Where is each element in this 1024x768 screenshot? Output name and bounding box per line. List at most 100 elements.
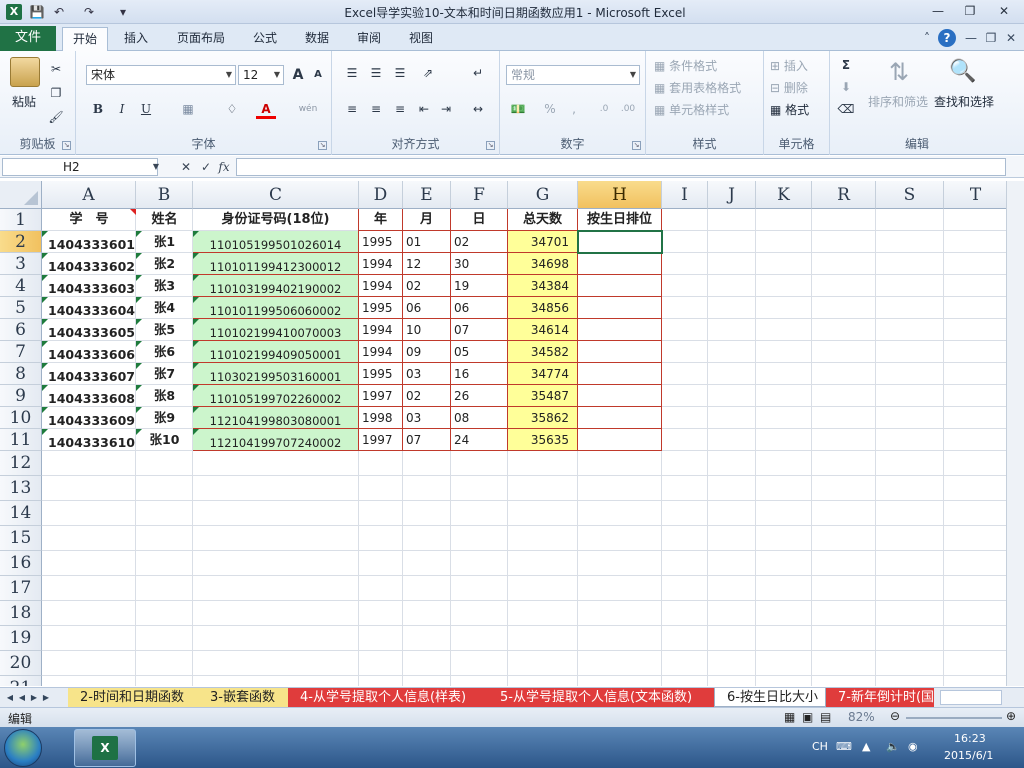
tab-page-layout[interactable]: 页面布局 (168, 27, 234, 51)
orientation-icon[interactable]: ⇗ (418, 63, 438, 83)
data-cell[interactable]: 张10 (136, 429, 193, 451)
column-header-h[interactable]: H (578, 181, 662, 209)
data-cell[interactable]: 110102199410070003 (193, 319, 359, 341)
data-cell[interactable]: 1404333606 (42, 341, 136, 363)
phonetic-guide-button[interactable]: wén (298, 99, 318, 119)
next-sheet-icon[interactable]: ▶ (28, 690, 40, 706)
data-cell[interactable]: 02 (403, 385, 451, 407)
data-cell[interactable]: 19 (451, 275, 508, 297)
align-right-icon[interactable]: ≡ (390, 99, 410, 119)
italic-button[interactable]: I (112, 99, 132, 119)
row-header-11[interactable]: 11 (0, 429, 42, 451)
data-cell[interactable]: 34614 (508, 319, 578, 341)
fill-color-icon[interactable]: ♢ (222, 99, 242, 119)
row-header-4[interactable]: 4 (0, 275, 42, 297)
volume-icon[interactable]: 🔈 (886, 740, 900, 753)
clock-time[interactable]: 16:23 (954, 732, 986, 745)
data-cell[interactable]: 34774 (508, 363, 578, 385)
data-cell[interactable]: 张1 (136, 231, 193, 253)
data-cell[interactable]: 110105199702260002 (193, 385, 359, 407)
sheet-tab-3[interactable]: 3-嵌套函数 (198, 688, 288, 707)
data-cell[interactable]: 08 (451, 407, 508, 429)
normal-view-icon[interactable]: ▦ (784, 710, 795, 724)
data-cell[interactable]: 34698 (508, 253, 578, 275)
data-cell[interactable]: 张9 (136, 407, 193, 429)
data-cell[interactable]: 110105199501026014 (193, 231, 359, 253)
sheet-tab-6-active[interactable]: 6-按生日比大小 (714, 688, 826, 707)
conditional-format-button[interactable]: ▦ 条件格式 (654, 57, 760, 74)
data-cell[interactable]: 1994 (359, 319, 403, 341)
format-cells-button[interactable]: ▦ 格式 (770, 101, 828, 118)
data-cell[interactable]: 34701 (508, 231, 578, 253)
accounting-format-icon[interactable]: 💵 (508, 99, 528, 119)
sheet-tab-4[interactable]: 4-从学号提取个人信息(样表) (288, 688, 488, 707)
format-painter-icon[interactable]: 🖌 (46, 107, 66, 127)
data-cell[interactable]: 1997 (359, 385, 403, 407)
network-icon[interactable]: ◉ (908, 740, 918, 753)
enter-entry-icon[interactable]: ✓ (198, 158, 214, 176)
comma-button[interactable]: , (564, 99, 584, 119)
data-cell[interactable]: 1994 (359, 275, 403, 297)
data-cell[interactable]: 35487 (508, 385, 578, 407)
row-header-20[interactable]: 20 (0, 651, 42, 676)
zoom-slider[interactable] (906, 717, 1002, 719)
column-header-d[interactable]: D (359, 181, 403, 209)
help-icon[interactable]: ? (938, 29, 956, 47)
formula-input[interactable] (236, 158, 1006, 176)
active-cell-outline[interactable] (577, 230, 663, 254)
data-cell[interactable] (578, 385, 662, 407)
bold-button[interactable]: B (88, 99, 108, 119)
doc-close-icon[interactable]: ✕ (1002, 29, 1020, 47)
autosum-button[interactable]: Σ (836, 55, 856, 75)
wrap-text-icon[interactable]: ↵ (468, 63, 488, 83)
header-cell[interactable]: 年 (359, 209, 403, 231)
decrease-decimal-icon[interactable]: .00 (618, 99, 638, 119)
row-header-2[interactable]: 2 (0, 231, 42, 253)
decrease-indent-icon[interactable]: ⇤ (414, 99, 434, 119)
excel-app-icon[interactable]: X (6, 4, 22, 20)
font-launcher-icon[interactable]: ↘ (318, 141, 327, 150)
undo-icon[interactable]: ↶ (50, 3, 68, 21)
header-cell[interactable]: 学 号 (42, 209, 136, 231)
cancel-entry-icon[interactable]: ✕ (178, 158, 194, 176)
column-header-c[interactable]: C (193, 181, 359, 209)
zoom-in-icon[interactable]: ⊕ (1006, 709, 1016, 723)
data-cell[interactable]: 34384 (508, 275, 578, 297)
row-header-1[interactable]: 1 (0, 209, 42, 231)
data-cell[interactable]: 1404333601 (42, 231, 136, 253)
borders-icon[interactable]: ▦ (178, 99, 198, 119)
column-header-t[interactable]: T (944, 181, 1006, 209)
tab-view[interactable]: 视图 (400, 27, 442, 51)
data-cell[interactable]: 112104199803080001 (193, 407, 359, 429)
data-cell[interactable]: 张2 (136, 253, 193, 275)
data-cell[interactable]: 110101199412300012 (193, 253, 359, 275)
data-cell[interactable]: 1404333603 (42, 275, 136, 297)
data-cell[interactable]: 1995 (359, 297, 403, 319)
column-header-i[interactable]: I (662, 181, 708, 209)
column-header-r[interactable]: R (812, 181, 876, 209)
restore-button[interactable]: ❐ (956, 2, 984, 21)
paste-icon[interactable] (10, 57, 40, 87)
column-header-s[interactable]: S (876, 181, 944, 209)
font-size-combo[interactable]: 12 ▼ (238, 65, 284, 85)
data-cell[interactable] (578, 297, 662, 319)
row-header-8[interactable]: 8 (0, 363, 42, 385)
alignment-launcher-icon[interactable]: ↘ (486, 141, 495, 150)
data-cell[interactable]: 09 (403, 341, 451, 363)
column-header-b[interactable]: B (136, 181, 193, 209)
merge-center-icon[interactable]: ↔ (468, 99, 488, 119)
data-cell[interactable]: 1997 (359, 429, 403, 451)
keyboard-icon[interactable]: ⌨ (836, 740, 852, 753)
data-cell[interactable]: 张5 (136, 319, 193, 341)
sheet-tab-7[interactable]: 7-新年倒计时(国 (826, 688, 934, 707)
copy-icon[interactable]: ❐ (46, 83, 66, 103)
row-header-21[interactable]: 21 (0, 676, 42, 686)
data-cell[interactable]: 110103199402190002 (193, 275, 359, 297)
data-cell[interactable]: 01 (403, 231, 451, 253)
language-indicator[interactable]: CH (812, 740, 828, 753)
data-cell[interactable]: 1404333605 (42, 319, 136, 341)
data-cell[interactable]: 1404333608 (42, 385, 136, 407)
sort-filter-icon[interactable]: ⇅ (884, 57, 914, 87)
fill-icon[interactable]: ⬇ (836, 77, 856, 97)
increase-indent-icon[interactable]: ⇥ (436, 99, 456, 119)
